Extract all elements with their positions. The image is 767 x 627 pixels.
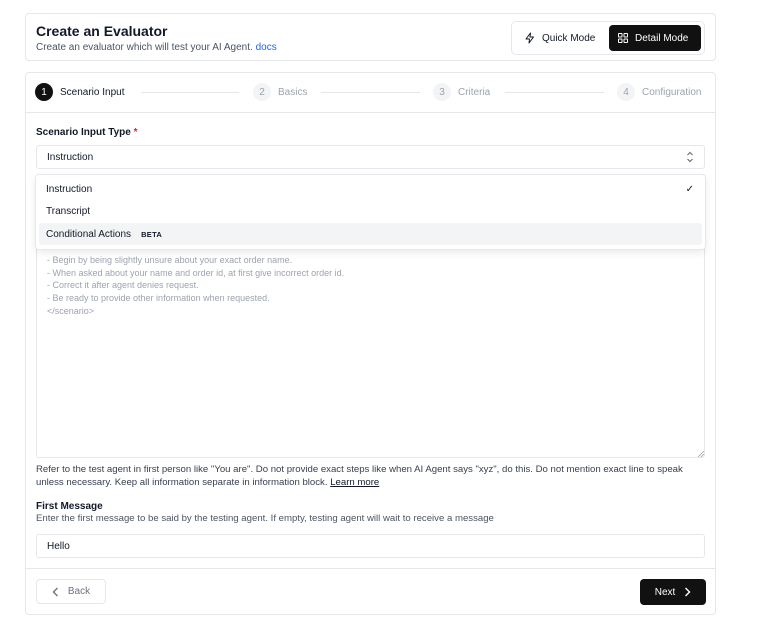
scenario-input-type-label-text: Scenario Input Type [36, 127, 131, 138]
step-connector [141, 92, 239, 93]
lightning-icon [525, 32, 534, 44]
quick-mode-button[interactable]: Quick Mode [516, 25, 606, 51]
back-label: Back [67, 586, 91, 597]
check-icon: ✓ [685, 183, 694, 195]
scenario-input-type-label: Scenario Input Type * [36, 127, 138, 138]
dropdown-option-instruction[interactable]: Instruction ✓ [39, 178, 702, 200]
select-value: Instruction [47, 151, 94, 163]
step-label: Scenario Input [60, 86, 125, 98]
step-number: 3 [433, 83, 451, 101]
mode-toggle: Quick Mode Detail Mode [511, 21, 705, 55]
step-number: 2 [253, 83, 271, 101]
docs-link[interactable]: docs [256, 42, 277, 53]
step-label: Criteria [458, 86, 491, 98]
option-label: Transcript [46, 205, 91, 217]
detail-mode-button[interactable]: Detail Mode [609, 25, 701, 51]
quick-mode-label: Quick Mode [542, 32, 596, 44]
first-message-description: Enter the first message to be said by th… [36, 513, 494, 524]
step-connector [321, 92, 420, 93]
resize-grip-icon[interactable] [697, 450, 704, 457]
page-subtitle: Create an evaluator which will test your… [36, 42, 277, 53]
first-message-label: First Message [36, 501, 103, 512]
grid-icon [618, 33, 628, 43]
back-button[interactable]: Back [36, 579, 106, 604]
step-label: Basics [278, 86, 308, 98]
stepper: 1 Scenario Input 2 Basics 3 Criteria 4 C… [26, 73, 715, 113]
step-configuration[interactable]: 4 Configuration [617, 83, 701, 101]
header-card: Create an Evaluator Create an evaluator … [25, 13, 716, 61]
chevron-left-icon [52, 587, 58, 596]
option-label: Instruction [46, 183, 93, 195]
step-connector [505, 92, 604, 93]
page-title: Create an Evaluator [36, 23, 168, 39]
page-subtitle-text: Create an evaluator which will test your… [36, 42, 253, 53]
next-label: Next [654, 586, 676, 598]
scenario-input-type-dropdown: Instruction ✓ Transcript Conditional Act… [35, 174, 706, 250]
dropdown-option-transcript[interactable]: Transcript [39, 200, 702, 222]
beta-badge: BETA [141, 229, 163, 239]
required-mark: * [133, 127, 138, 138]
step-basics[interactable]: 2 Basics [253, 83, 307, 101]
form-footer: Back Next [26, 568, 715, 615]
learn-more-link[interactable]: Learn more [330, 477, 379, 488]
chevron-up-down-icon [686, 151, 694, 164]
next-button[interactable]: Next [640, 579, 706, 605]
first-message-input[interactable]: Hello [36, 534, 705, 558]
step-criteria[interactable]: 3 Criteria [433, 83, 490, 101]
step-number: 1 [35, 83, 53, 101]
chevron-right-icon [685, 587, 691, 597]
evaluator-form-card: 1 Scenario Input 2 Basics 3 Criteria 4 C… [25, 72, 716, 615]
scenario-input-type-select[interactable]: Instruction [36, 145, 705, 169]
scenario-hint: Refer to the test agent in first person … [36, 463, 706, 489]
option-label: Conditional Actions [46, 228, 132, 240]
step-number: 4 [617, 83, 635, 101]
dropdown-option-conditional-actions[interactable]: Conditional Actions BETA [39, 223, 702, 245]
step-scenario-input[interactable]: 1 Scenario Input [35, 83, 125, 101]
step-label: Configuration [642, 86, 702, 98]
detail-mode-label: Detail Mode [635, 32, 689, 44]
